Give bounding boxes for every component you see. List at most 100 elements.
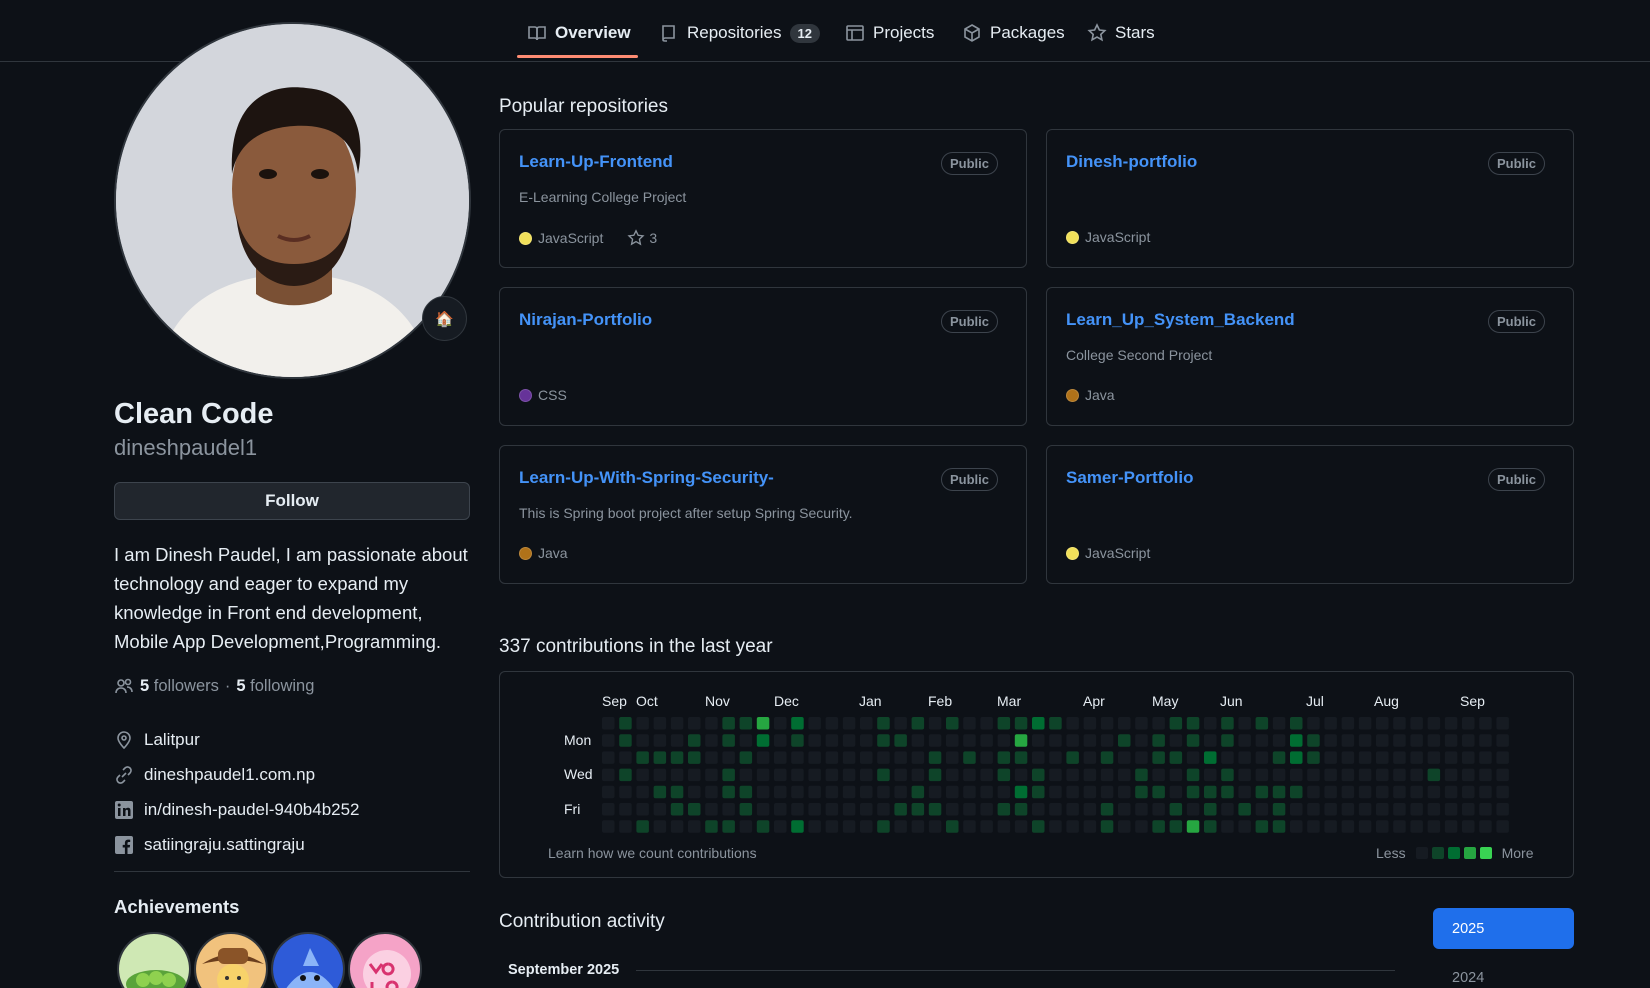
- contribution-day-cell[interactable]: [1393, 803, 1406, 816]
- contribution-day-cell[interactable]: [1496, 820, 1509, 833]
- contribution-day-cell[interactable]: [1204, 717, 1217, 730]
- contribution-day-cell[interactable]: [688, 820, 701, 833]
- contribution-day-cell[interactable]: [1307, 717, 1320, 730]
- contribution-day-cell[interactable]: [1100, 734, 1114, 747]
- contribution-day-cell[interactable]: [1152, 785, 1165, 799]
- contribution-day-cell[interactable]: [774, 751, 787, 764]
- contribution-day-cell[interactable]: [894, 734, 907, 747]
- contribution-day-cell[interactable]: [602, 803, 615, 816]
- contribution-day-cell[interactable]: [1221, 768, 1234, 782]
- contribution-day-cell[interactable]: [1427, 734, 1441, 747]
- contribution-day-cell[interactable]: [1341, 751, 1355, 764]
- contribution-day-cell[interactable]: [688, 803, 701, 816]
- contribution-day-cell[interactable]: [894, 820, 907, 833]
- contribution-day-cell[interactable]: [739, 820, 753, 833]
- contribution-day-cell[interactable]: [997, 768, 1011, 782]
- contribution-day-cell[interactable]: [877, 768, 890, 782]
- contribution-day-cell[interactable]: [774, 734, 787, 747]
- contribution-day-cell[interactable]: [1307, 751, 1320, 764]
- contribution-day-cell[interactable]: [980, 803, 993, 816]
- contribution-day-cell[interactable]: [963, 820, 976, 833]
- contribution-day-cell[interactable]: [1324, 717, 1337, 730]
- contribution-day-cell[interactable]: [722, 768, 735, 782]
- contribution-day-cell[interactable]: [1341, 734, 1355, 747]
- contribution-day-cell[interactable]: [1032, 820, 1045, 833]
- contribution-day-cell[interactable]: [1118, 717, 1131, 730]
- contribution-day-cell[interactable]: [1135, 751, 1148, 764]
- contribution-day-cell[interactable]: [1066, 820, 1079, 833]
- contribution-day-cell[interactable]: [842, 751, 856, 764]
- contribution-day-cell[interactable]: [808, 717, 821, 730]
- contribution-day-cell[interactable]: [911, 734, 925, 747]
- contribution-day-cell[interactable]: [1014, 803, 1028, 816]
- contribution-day-cell[interactable]: [774, 785, 787, 799]
- contribution-day-cell[interactable]: [1204, 751, 1217, 764]
- contribution-day-cell[interactable]: [1238, 785, 1251, 799]
- contribution-day-cell[interactable]: [911, 820, 925, 833]
- contribution-day-cell[interactable]: [963, 717, 976, 730]
- contribution-day-cell[interactable]: [688, 717, 701, 730]
- contribution-day-cell[interactable]: [1290, 734, 1303, 747]
- contribution-day-cell[interactable]: [791, 751, 804, 764]
- contribution-day-cell[interactable]: [602, 785, 615, 799]
- contribution-day-cell[interactable]: [756, 734, 770, 747]
- contribution-day-cell[interactable]: [1410, 751, 1423, 764]
- contribution-day-cell[interactable]: [1169, 803, 1183, 816]
- contribution-day-cell[interactable]: [928, 785, 942, 799]
- contribution-day-cell[interactable]: [842, 820, 856, 833]
- contribution-day-cell[interactable]: [1307, 785, 1320, 799]
- contribution-day-cell[interactable]: [619, 751, 632, 764]
- contribution-day-cell[interactable]: [1272, 717, 1286, 730]
- contribution-day-cell[interactable]: [946, 734, 959, 747]
- contribution-day-cell[interactable]: [791, 768, 804, 782]
- contribution-day-cell[interactable]: [602, 768, 615, 782]
- contribution-day-cell[interactable]: [1186, 785, 1200, 799]
- contribution-day-cell[interactable]: [739, 734, 753, 747]
- contribution-day-cell[interactable]: [1100, 751, 1114, 764]
- contribution-day-cell[interactable]: [1479, 820, 1492, 833]
- contribution-day-cell[interactable]: [1169, 734, 1183, 747]
- contribution-day-cell[interactable]: [1066, 717, 1079, 730]
- contribution-day-cell[interactable]: [670, 734, 684, 747]
- contribution-day-cell[interactable]: [653, 751, 667, 764]
- contribution-day-cell[interactable]: [1341, 768, 1355, 782]
- contribution-day-cell[interactable]: [911, 751, 925, 764]
- contribution-day-cell[interactable]: [1324, 820, 1337, 833]
- contribution-day-cell[interactable]: [670, 820, 684, 833]
- contribution-day-cell[interactable]: [825, 751, 839, 764]
- contribution-day-cell[interactable]: [1186, 717, 1200, 730]
- contribution-day-cell[interactable]: [1049, 734, 1062, 747]
- contribution-day-cell[interactable]: [1238, 717, 1251, 730]
- contribution-day-cell[interactable]: [1444, 751, 1458, 764]
- contribution-day-cell[interactable]: [1014, 785, 1028, 799]
- contribution-day-cell[interactable]: [653, 785, 667, 799]
- contribution-day-cell[interactable]: [808, 820, 821, 833]
- contribution-day-cell[interactable]: [825, 820, 839, 833]
- contribution-day-cell[interactable]: [842, 717, 856, 730]
- contribution-day-cell[interactable]: [1118, 820, 1131, 833]
- contribution-day-cell[interactable]: [1221, 803, 1234, 816]
- contribution-day-cell[interactable]: [1066, 734, 1079, 747]
- contribution-day-cell[interactable]: [1066, 768, 1079, 782]
- contribution-day-cell[interactable]: [1290, 768, 1303, 782]
- contribution-day-cell[interactable]: [946, 803, 959, 816]
- contribution-day-cell[interactable]: [636, 785, 649, 799]
- contribution-day-cell[interactable]: [808, 734, 821, 747]
- contribution-day-cell[interactable]: [602, 717, 615, 730]
- contribution-day-cell[interactable]: [928, 803, 942, 816]
- contribution-day-cell[interactable]: [653, 820, 667, 833]
- contribution-day-cell[interactable]: [619, 717, 632, 730]
- contribution-day-cell[interactable]: [602, 734, 615, 747]
- contribution-day-cell[interactable]: [1221, 734, 1234, 747]
- contribution-day-cell[interactable]: [1032, 785, 1045, 799]
- contribution-day-cell[interactable]: [980, 785, 993, 799]
- contribution-day-cell[interactable]: [1066, 751, 1079, 764]
- contribution-day-cell[interactable]: [1376, 751, 1389, 764]
- contribution-day-cell[interactable]: [791, 734, 804, 747]
- contribution-day-cell[interactable]: [791, 803, 804, 816]
- contribution-day-cell[interactable]: [1290, 785, 1303, 799]
- contribution-day-cell[interactable]: [1204, 734, 1217, 747]
- contribution-day-cell[interactable]: [860, 717, 873, 730]
- contribution-day-cell[interactable]: [1204, 785, 1217, 799]
- contribution-day-cell[interactable]: [756, 785, 770, 799]
